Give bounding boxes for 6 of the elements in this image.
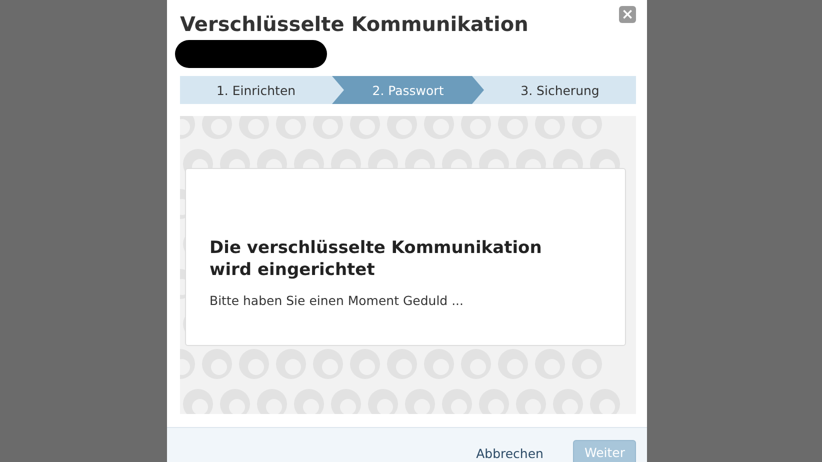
step-tab[interactable]: 1. Einrichten	[180, 76, 332, 104]
cancel-link[interactable]: Abbrechen	[466, 440, 554, 462]
step-tab[interactable]: 3. Sicherung	[484, 76, 636, 104]
message-heading: Die verschlüsselte Kommunikation wird eingerichtet	[210, 237, 543, 281]
dialog-title: Verschlüsselte Kommunikation	[180, 12, 528, 36]
message-text: Bitte haben Sie einen Moment Geduld ...	[210, 293, 464, 308]
